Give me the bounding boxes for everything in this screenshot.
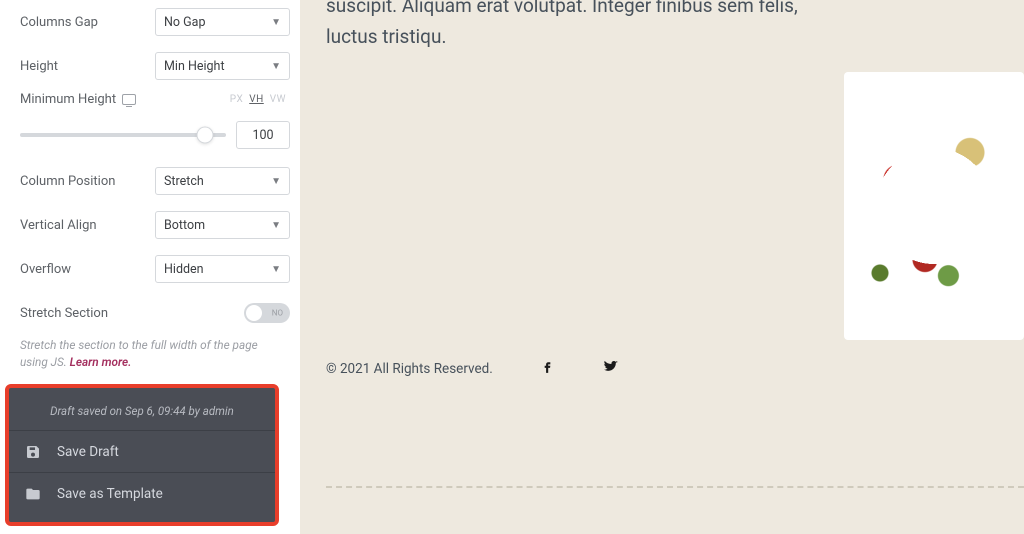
- unit-switcher: PX VH VW: [230, 94, 290, 105]
- facebook-icon: [539, 358, 556, 375]
- overflow-value: Hidden: [164, 262, 204, 277]
- save-draft-button[interactable]: Save Draft: [9, 430, 275, 472]
- page-footer: © 2021 All Rights Reserved.: [326, 358, 619, 379]
- preview-canvas: suscipit. Aliquam erat volutpat. Integer…: [300, 0, 1024, 534]
- chevron-down-icon: ▼: [271, 264, 281, 275]
- unit-vw[interactable]: VW: [270, 94, 286, 105]
- columns-gap-label: Columns Gap: [20, 15, 140, 30]
- copyright-text: © 2021 All Rights Reserved.: [326, 361, 493, 377]
- overflow-label: Overflow: [20, 262, 140, 277]
- slider-thumb[interactable]: [197, 127, 214, 144]
- body-paragraph: suscipit. Aliquam erat volutpat. Integer…: [326, 0, 836, 53]
- social-links: [539, 358, 619, 379]
- stretch-helper-text: Stretch the section to the full width of…: [20, 335, 290, 378]
- height-label: Height: [20, 59, 140, 74]
- twitter-icon: [602, 358, 619, 375]
- control-columns-gap: Columns Gap No Gap ▼: [20, 0, 290, 44]
- save-draft-label: Save Draft: [57, 444, 119, 460]
- toggle-off-text: NO: [272, 309, 283, 318]
- stretch-label: Stretch Section: [20, 306, 140, 321]
- column-position-select[interactable]: Stretch ▼: [155, 167, 290, 195]
- stretch-toggle[interactable]: NO: [244, 303, 290, 323]
- chevron-down-icon: ▼: [271, 176, 281, 187]
- min-height-input[interactable]: [236, 121, 290, 149]
- min-height-slider[interactable]: [20, 133, 226, 137]
- control-min-height: Minimum Height PX VH VW: [20, 92, 290, 149]
- dish-image: [844, 72, 1024, 340]
- save-template-button[interactable]: Save as Template: [9, 472, 275, 514]
- draft-saved-note: Draft saved on Sep 6, 09:44 by admin: [9, 398, 275, 430]
- chevron-down-icon: ▼: [271, 17, 281, 28]
- save-icon: [25, 444, 41, 460]
- learn-more-link[interactable]: Learn more.: [70, 355, 132, 369]
- facebook-link[interactable]: [539, 358, 556, 379]
- column-position-value: Stretch: [164, 174, 204, 189]
- save-menu: Draft saved on Sep 6, 09:44 by admin Sav…: [5, 384, 279, 526]
- control-height: Height Min Height ▼: [20, 44, 290, 88]
- vertical-align-value: Bottom: [164, 218, 205, 233]
- control-overflow: Overflow Hidden ▼: [20, 247, 290, 291]
- editor-sidebar: Columns Gap No Gap ▼ Height Min Height ▼…: [0, 0, 300, 534]
- desktop-icon[interactable]: [122, 94, 136, 105]
- overflow-select[interactable]: Hidden ▼: [155, 255, 290, 283]
- height-select[interactable]: Min Height ▼: [155, 52, 290, 80]
- folder-icon: [25, 486, 41, 502]
- min-height-label: Minimum Height: [20, 92, 136, 107]
- chevron-down-icon: ▼: [271, 220, 281, 231]
- chevron-down-icon: ▼: [271, 61, 281, 72]
- unit-px[interactable]: PX: [230, 94, 243, 105]
- columns-gap-value: No Gap: [164, 15, 205, 30]
- twitter-link[interactable]: [602, 358, 619, 379]
- vertical-align-label: Vertical Align: [20, 218, 140, 233]
- unit-vh[interactable]: VH: [249, 94, 264, 105]
- control-stretch-section: Stretch Section NO: [20, 291, 290, 335]
- control-column-position: Column Position Stretch ▼: [20, 159, 290, 203]
- column-position-label: Column Position: [20, 174, 140, 189]
- height-value: Min Height: [164, 59, 225, 74]
- control-vertical-align: Vertical Align Bottom ▼: [20, 203, 290, 247]
- save-template-label: Save as Template: [57, 486, 163, 502]
- columns-gap-select[interactable]: No Gap ▼: [155, 8, 290, 36]
- section-divider: [326, 486, 1024, 488]
- vertical-align-select[interactable]: Bottom ▼: [155, 211, 290, 239]
